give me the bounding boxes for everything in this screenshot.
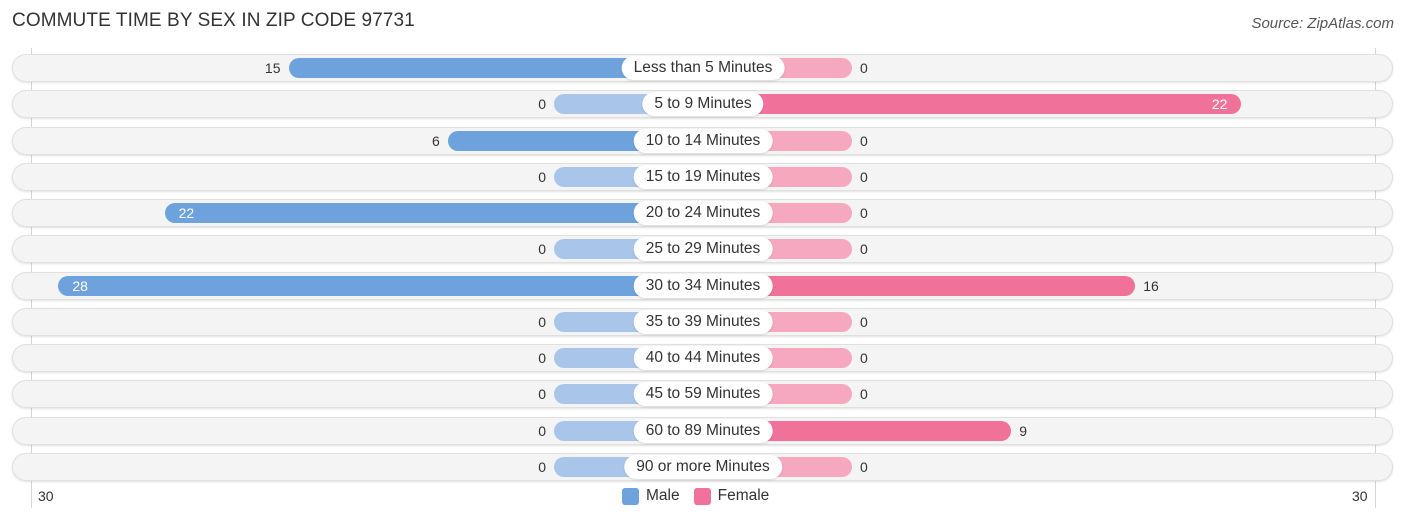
category-label: 30 to 34 Minutes	[633, 273, 773, 298]
chart-title: COMMUTE TIME BY SEX IN ZIP CODE 97731	[12, 10, 415, 31]
male-value-label: 28	[72, 277, 88, 294]
category-label: 45 to 59 Minutes	[633, 382, 773, 407]
female-value-label: 0	[860, 205, 868, 221]
male-value-label: 0	[538, 422, 546, 439]
male-bar[interactable]	[58, 275, 703, 296]
male-value-label: 0	[538, 386, 546, 403]
male-value-label: 0	[538, 168, 546, 185]
female-value-label: 0	[860, 60, 868, 76]
category-label: 15 to 19 Minutes	[633, 164, 773, 189]
right-axis-tick: 30	[1352, 488, 1368, 504]
category-label: 5 to 9 Minutes	[642, 92, 764, 117]
female-value-label: 0	[860, 313, 868, 330]
legend-label-male: Male	[646, 487, 680, 504]
category-label: 90 or more Minutes	[624, 454, 782, 479]
male-value-label: 15	[264, 60, 281, 76]
source-label: Source: ZipAtlas.com	[1251, 15, 1394, 32]
male-value-label: 22	[178, 205, 195, 221]
legend-label-female: Female	[717, 487, 770, 504]
female-bar[interactable]	[703, 94, 1242, 115]
legend: Male Female	[622, 487, 783, 505]
category-label: 20 to 24 Minutes	[633, 201, 773, 225]
male-value-label: 0	[538, 313, 546, 330]
male-value-label: 0	[538, 458, 546, 475]
left-axis-tick: 30	[38, 488, 54, 504]
female-value-label: 0	[860, 458, 868, 475]
male-value-label: 6	[432, 132, 440, 149]
female-value-label: 9	[1019, 422, 1028, 439]
male-value-label: 0	[538, 96, 546, 113]
female-value-label: 16	[1143, 277, 1159, 294]
category-label: 40 to 44 Minutes	[633, 346, 773, 370]
legend-item-male[interactable]: Male	[622, 487, 680, 505]
female-value-label: 0	[860, 350, 868, 366]
legend-item-female[interactable]: Female	[693, 487, 770, 505]
female-value-label: 0	[860, 168, 868, 185]
female-value-label: 0	[860, 386, 868, 403]
female-swatch	[693, 487, 711, 505]
male-swatch	[622, 487, 639, 505]
category-label: Less than 5 Minutes	[621, 56, 785, 80]
male-bar[interactable]	[164, 203, 703, 223]
category-label: 60 to 89 Minutes	[633, 418, 773, 443]
category-label: 10 to 14 Minutes	[633, 128, 773, 153]
female-value-label: 0	[860, 132, 868, 149]
category-label: 35 to 39 Minutes	[633, 309, 773, 334]
category-label: 25 to 29 Minutes	[633, 237, 773, 262]
female-value-label: 22	[1211, 96, 1228, 113]
female-value-label: 0	[860, 241, 868, 258]
male-value-label: 0	[538, 241, 546, 258]
male-value-label: 0	[538, 350, 546, 366]
